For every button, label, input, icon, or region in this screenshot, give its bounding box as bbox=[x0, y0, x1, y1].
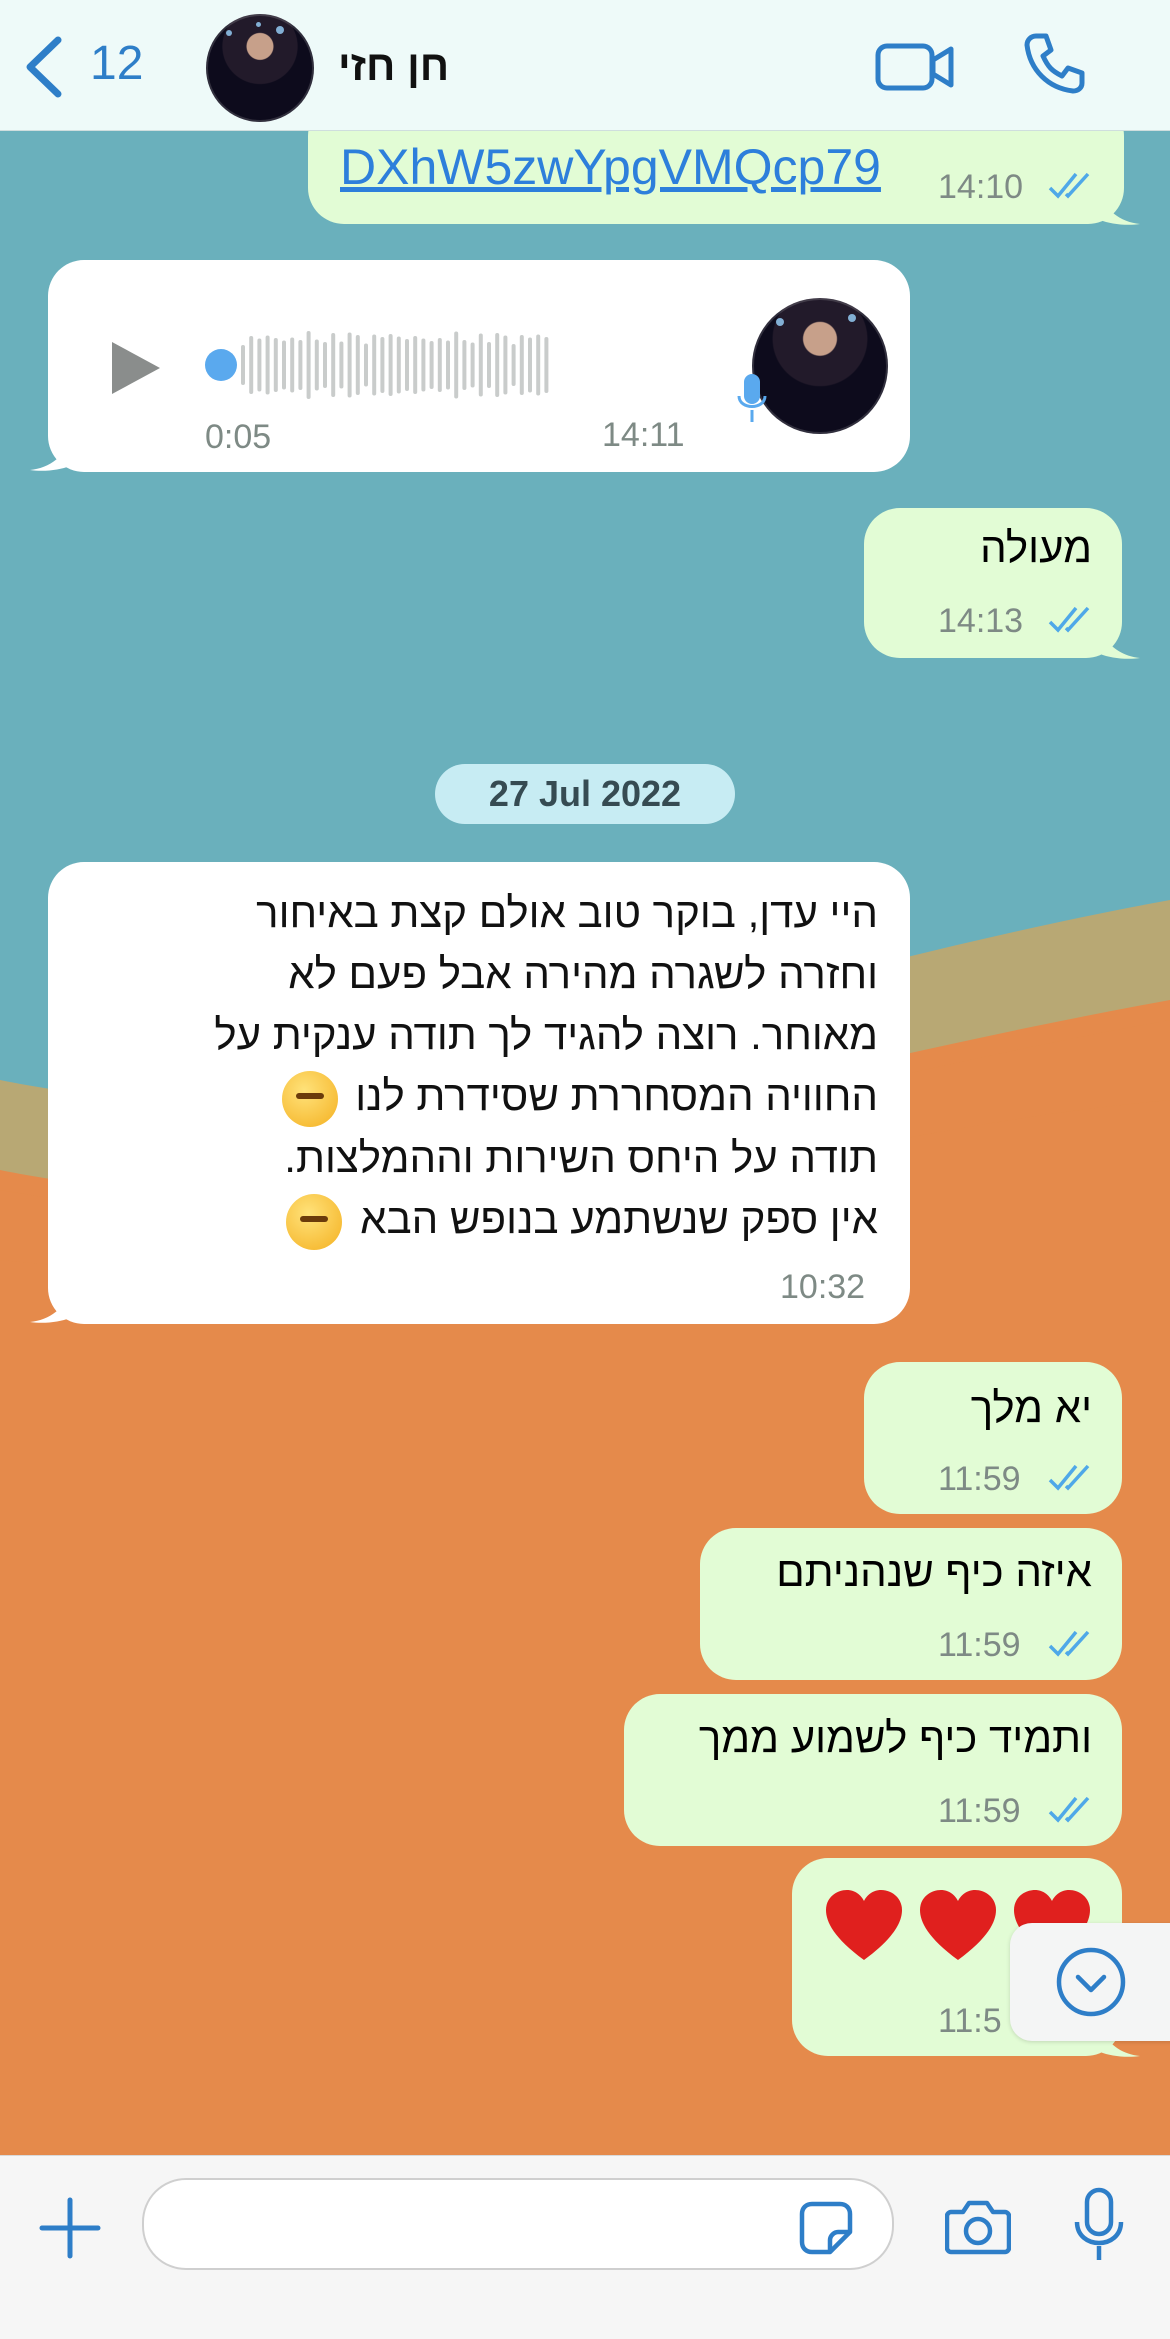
read-ticks-icon bbox=[1048, 1464, 1090, 1491]
waveform-bar bbox=[265, 335, 270, 395]
waveform-bar bbox=[339, 341, 344, 389]
waveform-bar bbox=[282, 340, 286, 390]
waveform-bar bbox=[273, 338, 278, 392]
waveform-bar bbox=[544, 337, 549, 393]
waveform-bar bbox=[241, 345, 245, 385]
read-ticks-icon bbox=[1048, 1630, 1090, 1657]
waveform-bar bbox=[478, 333, 483, 397]
scroll-down-button[interactable] bbox=[1010, 1923, 1170, 2041]
waveform-bar bbox=[487, 342, 491, 388]
message-text: מעולה bbox=[980, 524, 1092, 571]
waveform-bar bbox=[462, 340, 467, 390]
message-line: תודה על היחס השירות וההמלצות. bbox=[284, 1133, 878, 1181]
plus-icon[interactable] bbox=[38, 2196, 102, 2265]
back-chevron-icon[interactable] bbox=[22, 34, 66, 105]
message-line: החוויה המסחררת שסידרת לנו bbox=[355, 1072, 878, 1119]
waveform-bar bbox=[519, 335, 524, 395]
message-text: איזה כיף שנהניתם bbox=[776, 1548, 1092, 1595]
microphone-icon bbox=[736, 370, 768, 435]
waveform-bar bbox=[355, 335, 360, 395]
message-time: 10:32 bbox=[780, 1268, 866, 1306]
message-time: 14:13 bbox=[938, 602, 1024, 640]
waveform-bar bbox=[437, 338, 442, 392]
message-time: 11:59 bbox=[938, 1626, 1021, 1664]
voice-waveform[interactable] bbox=[205, 325, 705, 405]
waveform-bar bbox=[298, 340, 303, 390]
waveform-bar bbox=[388, 334, 393, 396]
chat-header: 12 חן חזי bbox=[0, 0, 1170, 131]
message-text: ותמיד כיף לשמוע ממך bbox=[698, 1714, 1092, 1761]
waveform-bar bbox=[314, 339, 319, 391]
waveform-bar bbox=[380, 337, 385, 393]
message-time: 11:59 bbox=[938, 1792, 1021, 1830]
waveform-bar bbox=[306, 331, 311, 399]
kissing-face-emoji bbox=[286, 1193, 343, 1250]
bubble-tail bbox=[30, 436, 70, 471]
message-time: 14:11 bbox=[602, 416, 685, 454]
heart-emoji bbox=[826, 1890, 902, 1960]
read-ticks-icon bbox=[1048, 1796, 1090, 1823]
waveform-bar bbox=[405, 339, 409, 391]
message-line: היי עדן, בוקר טוב אולם קצת באיחור bbox=[256, 889, 878, 936]
read-ticks-icon bbox=[1048, 172, 1090, 199]
waveform-bar bbox=[429, 341, 434, 389]
date-separator: 27 Jul 2022 bbox=[435, 764, 735, 824]
waveform-bar bbox=[249, 336, 254, 394]
message-time: 14:10 bbox=[938, 168, 1024, 206]
waveform-bar bbox=[528, 337, 532, 393]
contact-name[interactable]: חן חזי bbox=[338, 42, 449, 90]
waveform-bar bbox=[290, 337, 295, 393]
bubble-tail bbox=[30, 1288, 70, 1323]
composer-bar bbox=[0, 2155, 1170, 2339]
phone-icon[interactable] bbox=[1022, 30, 1088, 101]
waveform-bar bbox=[511, 344, 516, 386]
waveform-bar bbox=[323, 342, 327, 388]
hugging-face-emoji bbox=[281, 1070, 338, 1127]
play-icon[interactable] bbox=[108, 338, 164, 403]
voice-duration: 0:05 bbox=[205, 418, 272, 456]
waveform-bar bbox=[470, 342, 475, 388]
contact-avatar[interactable] bbox=[206, 14, 314, 122]
waveform-bar bbox=[446, 340, 450, 390]
microphone-icon[interactable] bbox=[1072, 2186, 1126, 2271]
waveform-bar bbox=[257, 338, 262, 392]
unread-count[interactable]: 12 bbox=[90, 36, 143, 91]
heart-emoji bbox=[920, 1890, 996, 1960]
message-link[interactable]: DXhW5zwYpgVMQcp79 bbox=[340, 138, 881, 196]
waveform-bar bbox=[536, 334, 541, 396]
waveform-bar bbox=[454, 331, 459, 399]
scroll-down-icon bbox=[1056, 1947, 1126, 2017]
message-line: אין ספק שנשתמע בנופש הבא bbox=[360, 1194, 878, 1242]
message-text: היי עדן, בוקר טוב אולם קצת באיחור וחזרה … bbox=[118, 882, 878, 1250]
waveform-bar bbox=[331, 333, 336, 397]
message-line: מאוחר. רוצה להגיד לך תודה ענקית על bbox=[214, 1011, 878, 1058]
video-call-icon[interactable] bbox=[875, 40, 955, 99]
message-time: 11:5 bbox=[938, 2002, 1002, 2040]
message-line: וחזרה לשגרה מהירה אבל פעם לא bbox=[288, 950, 878, 997]
waveform-bar bbox=[495, 333, 500, 397]
waveform-bar bbox=[396, 336, 401, 394]
camera-icon[interactable] bbox=[944, 2198, 1012, 2261]
waveform-bar bbox=[503, 335, 508, 395]
bubble-tail bbox=[1100, 624, 1140, 659]
waveform-bar bbox=[347, 332, 352, 398]
sticker-icon[interactable] bbox=[798, 2200, 854, 2261]
waveform-bar bbox=[372, 334, 377, 396]
message-time: 11:59 bbox=[938, 1460, 1021, 1498]
bubble-tail bbox=[1100, 190, 1140, 225]
message-input[interactable] bbox=[142, 2178, 894, 2270]
message-text: יא מלך bbox=[970, 1384, 1092, 1431]
read-ticks-icon bbox=[1048, 606, 1090, 633]
voice-sender-avatar bbox=[752, 298, 888, 434]
waveform-bar bbox=[421, 338, 426, 392]
waveform-bar bbox=[364, 343, 368, 387]
waveform-bar bbox=[413, 336, 418, 394]
